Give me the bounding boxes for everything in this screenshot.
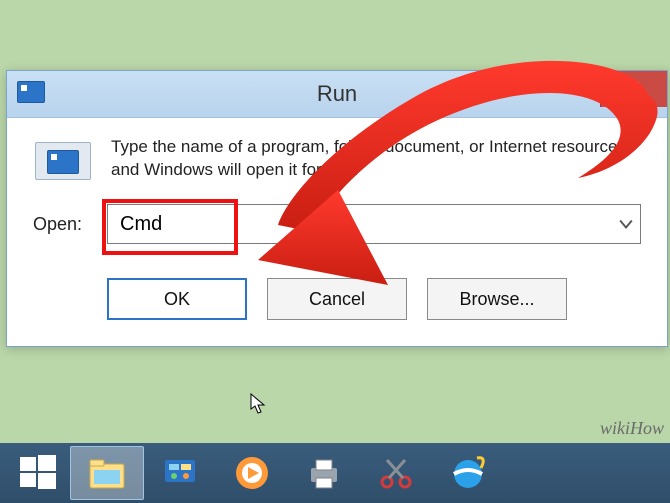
titlebar: Run ✕	[7, 71, 667, 118]
taskbar-item-printer[interactable]	[288, 447, 360, 499]
windows-logo-icon	[18, 453, 58, 493]
internet-explorer-icon	[447, 452, 489, 494]
open-input[interactable]	[107, 204, 641, 244]
file-explorer-icon	[86, 452, 128, 494]
run-dialog: Run ✕ Type the name of a program, folder…	[6, 70, 668, 347]
taskbar	[0, 443, 670, 503]
scissors-icon	[375, 452, 417, 494]
start-button[interactable]	[6, 447, 70, 499]
dialog-client-area: Type the name of a program, folder, docu…	[7, 118, 667, 346]
printer-icon	[303, 452, 345, 494]
taskbar-item-file-explorer[interactable]	[70, 446, 144, 500]
cancel-button[interactable]: Cancel	[267, 278, 407, 320]
run-description: Type the name of a program, folder, docu…	[111, 136, 631, 182]
taskbar-item-control-panel[interactable]	[144, 447, 216, 499]
browse-button[interactable]: Browse...	[427, 278, 567, 320]
taskbar-item-snipping-tool[interactable]	[360, 447, 432, 499]
open-label: Open:	[33, 214, 93, 235]
taskbar-item-internet-explorer[interactable]	[432, 447, 504, 499]
control-panel-icon	[159, 452, 201, 494]
mouse-cursor	[250, 393, 268, 415]
watermark: wikiHow	[600, 418, 664, 439]
run-icon	[33, 136, 93, 182]
run-title-icon	[17, 81, 43, 101]
ok-button[interactable]: OK	[107, 278, 247, 320]
window-title: Run	[7, 71, 667, 117]
close-button[interactable]: ✕	[600, 71, 667, 107]
taskbar-item-media-player[interactable]	[216, 447, 288, 499]
media-player-icon	[231, 452, 273, 494]
screenshot-stage: Run ✕ Type the name of a program, folder…	[0, 0, 670, 503]
